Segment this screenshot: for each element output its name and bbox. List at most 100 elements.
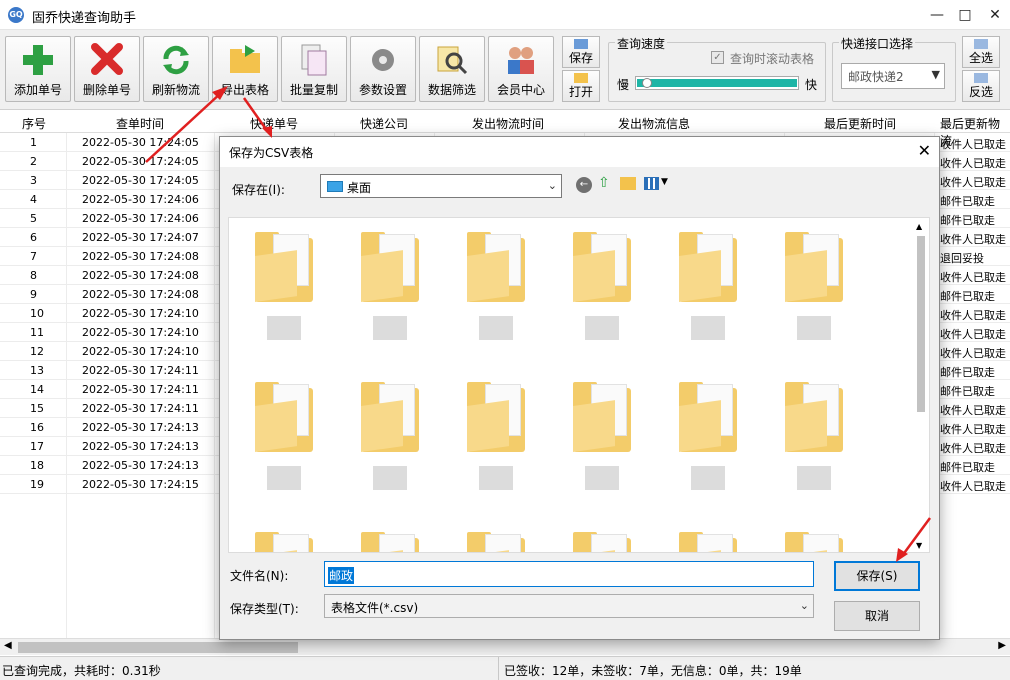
file-list-scrollbar-thumb[interactable] <box>917 236 925 412</box>
folder-icon <box>467 530 525 552</box>
folder-icon <box>785 230 843 302</box>
up-folder-icon[interactable]: ⇧ <box>598 175 610 191</box>
export-folder-icon <box>230 45 260 73</box>
row-query-time: 2022-05-30 17:24:06 <box>82 212 199 225</box>
folder-item[interactable] <box>455 530 535 552</box>
row-number: 3 <box>30 174 37 187</box>
scroll-left-icon[interactable]: ◀ <box>4 640 12 651</box>
row-last-update-info: 收件人已取走 <box>940 404 1006 417</box>
folder-item[interactable] <box>349 380 429 510</box>
folder-item[interactable] <box>349 230 429 360</box>
row-last-update-info: 邮件已取走 <box>940 366 995 379</box>
member-center-label: 会员中心 <box>496 83 545 97</box>
back-icon[interactable]: ← <box>576 177 592 193</box>
interface-select[interactable]: 邮政快递2 ▼ <box>841 63 945 89</box>
folder-item[interactable] <box>667 380 747 510</box>
column-header-courier[interactable]: 快递公司 <box>360 115 408 132</box>
folder-item[interactable] <box>667 230 747 360</box>
data-filter-button[interactable]: 数据筛选 <box>419 36 485 102</box>
member-center-button[interactable]: 会员中心 <box>488 36 554 102</box>
horizontal-scrollbar[interactable]: ◀ ▶ <box>0 638 1010 655</box>
column-header-dispatch-time[interactable]: 发出物流时间 <box>472 115 544 132</box>
chevron-down-icon: ▼ <box>931 68 940 81</box>
window-title: 固乔快递查询助手 <box>32 11 137 26</box>
save-in-select[interactable]: 桌面 ⌄ <box>320 174 562 198</box>
file-list-scrollbar[interactable]: ▲ ▼ <box>915 222 927 550</box>
save-config-label: 保存 <box>568 51 593 65</box>
folder-item[interactable] <box>773 530 853 552</box>
save-config-button[interactable]: 保存 <box>562 36 600 68</box>
minimize-icon[interactable]: — <box>926 4 948 26</box>
column-header-query-time[interactable]: 查单时间 <box>116 115 164 132</box>
invert-select-icon <box>974 73 988 83</box>
blurred-filename <box>479 466 513 490</box>
speed-slider[interactable] <box>635 76 799 90</box>
refresh-logistics-label: 刷新物流 <box>151 83 200 97</box>
cancel-button[interactable]: 取消 <box>834 601 920 631</box>
maximize-icon[interactable]: □ <box>954 4 976 26</box>
row-number: 10 <box>30 307 44 320</box>
speed-slider-thumb[interactable] <box>642 78 652 88</box>
copy-icon <box>301 44 327 76</box>
horizontal-scrollbar-thumb[interactable] <box>18 642 298 653</box>
save-csv-dialog: 保存为CSV表格 ✕ 保存在(I): 桌面 ⌄ ← ⇧ ▼ ▲ ▼ 文件名(N)… <box>219 136 940 640</box>
scroll-down-icon[interactable]: ▼ <box>916 541 922 550</box>
view-menu-icon[interactable] <box>644 177 659 190</box>
folder-item[interactable] <box>667 530 747 552</box>
speed-fast-label: 快 <box>805 78 818 92</box>
select-all-button[interactable]: 全选 <box>962 36 1000 68</box>
close-icon[interactable]: ✕ <box>918 141 931 160</box>
batch-copy-button[interactable]: 批量复制 <box>281 36 347 102</box>
row-query-time: 2022-05-30 17:24:13 <box>82 459 199 472</box>
row-number: 2 <box>30 155 37 168</box>
close-window-icon[interactable]: ✕ <box>984 4 1006 26</box>
column-header-tracking-number[interactable]: 快递单号 <box>250 115 298 132</box>
folder-item[interactable] <box>561 380 641 510</box>
refresh-logistics-button[interactable]: 刷新物流 <box>143 36 209 102</box>
row-query-time: 2022-05-30 17:24:05 <box>82 155 199 168</box>
row-query-time: 2022-05-30 17:24:11 <box>82 402 199 415</box>
row-last-update-info: 收件人已取走 <box>940 423 1006 436</box>
folder-item[interactable] <box>349 530 429 552</box>
desktop-icon <box>327 181 343 192</box>
folder-item[interactable] <box>773 230 853 360</box>
folder-item[interactable] <box>561 230 641 360</box>
row-query-time: 2022-05-30 17:24:10 <box>82 307 199 320</box>
scroll-table-checkbox[interactable]: ✓ <box>711 51 724 64</box>
row-last-update-info: 邮件已取走 <box>940 214 995 227</box>
column-header-no[interactable]: 序号 <box>22 115 46 132</box>
column-header-last-update-time[interactable]: 最后更新时间 <box>824 115 896 132</box>
filetype-select[interactable]: 表格文件(*.csv) ⌄ <box>324 594 814 618</box>
add-number-button[interactable]: 添加单号 <box>5 36 71 102</box>
folder-item[interactable] <box>561 530 641 552</box>
column-header-dispatch-info[interactable]: 发出物流信息 <box>618 115 690 132</box>
settings-button[interactable]: 参数设置 <box>350 36 416 102</box>
speed-slider-track <box>637 79 797 87</box>
row-query-time: 2022-05-30 17:24:11 <box>82 383 199 396</box>
folder-item[interactable] <box>243 380 323 510</box>
app-logo-icon: GQ <box>8 7 24 23</box>
filename-input[interactable]: 邮政 <box>324 561 814 587</box>
save-button[interactable]: 保存(S) <box>834 561 920 591</box>
open-config-button[interactable]: 打开 <box>562 70 600 102</box>
data-filter-label: 数据筛选 <box>427 83 476 97</box>
scroll-right-icon[interactable]: ▶ <box>998 640 1006 651</box>
row-query-time: 2022-05-30 17:24:07 <box>82 231 199 244</box>
row-number: 18 <box>30 459 44 472</box>
folder-icon <box>679 380 737 452</box>
chevron-down-icon[interactable]: ▼ <box>661 177 668 187</box>
status-summary: 已签收：12单，未签收：7单，无信息：0单，共：19单 <box>504 664 802 678</box>
folder-item[interactable] <box>455 230 535 360</box>
invert-select-button[interactable]: 反选 <box>962 70 1000 102</box>
scroll-up-icon[interactable]: ▲ <box>916 222 922 231</box>
folder-item[interactable] <box>243 230 323 360</box>
folder-item[interactable] <box>243 530 323 552</box>
export-table-button[interactable]: 导出表格 <box>212 36 278 102</box>
folder-item[interactable] <box>455 380 535 510</box>
folder-item[interactable] <box>773 380 853 510</box>
add-icon <box>23 45 53 75</box>
new-folder-icon[interactable] <box>620 177 636 190</box>
row-number: 4 <box>30 193 37 206</box>
delete-number-button[interactable]: 删除单号 <box>74 36 140 102</box>
row-last-update-info: 收件人已取走 <box>940 347 1006 360</box>
